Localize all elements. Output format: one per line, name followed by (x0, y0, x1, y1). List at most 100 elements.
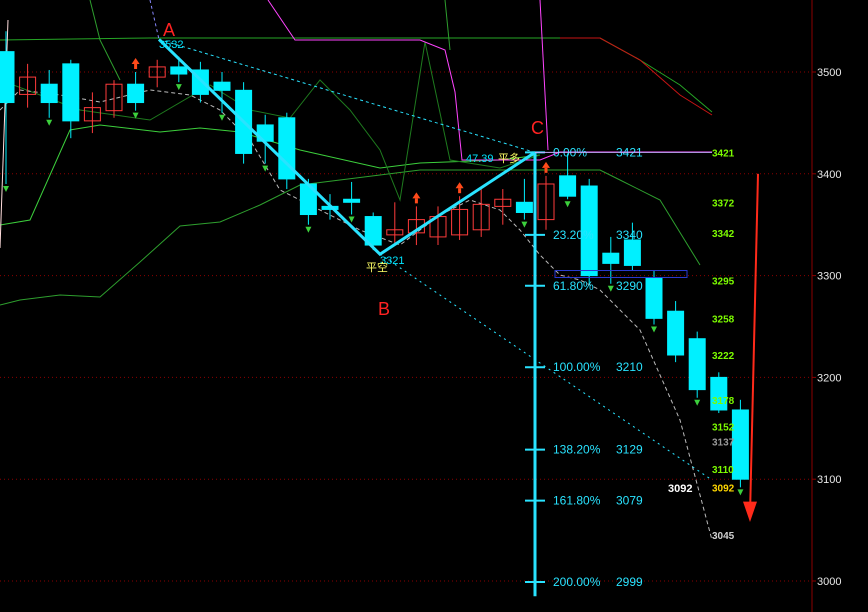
candle (472, 189, 490, 237)
candle (645, 270, 663, 333)
right-level-label: 3342 (712, 229, 735, 240)
fib-pct-label: 23.20% (553, 228, 594, 242)
fib-price-label: 2999 (616, 575, 643, 589)
sell-arrow-icon (175, 84, 182, 91)
indicator-line (267, 0, 712, 161)
candle (343, 181, 361, 223)
sell-arrow-icon (219, 114, 225, 121)
right-price-levels: 3421 3372 3342 3295 3258 3222 3178 3152 3137 3110… (712, 148, 735, 542)
candle (559, 153, 577, 208)
fibonacci-extension: 0.00% 342123.20% 334061.80% 3290100.00% 3210… (525, 145, 712, 597)
candle (386, 202, 404, 244)
right-level-label: 3258 (712, 314, 735, 325)
point-value-a: 3532 (159, 39, 183, 51)
candle (667, 301, 685, 363)
axis-tick-label: 3300 (817, 271, 841, 283)
price-axis: 3500 3400 3300 3200 3100 3000 (811, 0, 841, 612)
point-label-a: A (163, 20, 175, 40)
candle (299, 178, 317, 233)
candle (688, 331, 706, 406)
candle (105, 80, 123, 118)
right-level-label: 3295 (712, 277, 735, 288)
guide-line (149, 0, 160, 40)
candlestick-chart: 0.00% 342123.20% 334061.80% 3290100.00% 3210… (0, 0, 841, 612)
candle-body (127, 83, 145, 104)
right-level-label: 3222 (712, 351, 735, 362)
candle-body (213, 81, 231, 91)
right-level-label: 3092 (712, 483, 735, 494)
indicator-line (0, 89, 713, 541)
right-level-label: 3152 (712, 422, 735, 433)
candle (364, 212, 382, 251)
sell-arrow-icon (694, 399, 701, 406)
fib-pct-label: 61.80% (553, 279, 594, 293)
candle (148, 59, 166, 88)
axis-tick-label: 3100 (817, 474, 841, 486)
candle-body (0, 51, 15, 104)
right-level-label: 3421 (712, 148, 735, 159)
buy-arrow-icon (134, 64, 138, 69)
candle-body (602, 252, 620, 264)
axis-tick-label: 3000 (817, 576, 841, 588)
candle (170, 56, 188, 91)
candle (19, 63, 37, 108)
low-price-label: 3092 (668, 483, 692, 495)
fib-price-label: 3079 (616, 494, 643, 508)
point-label-b: B (378, 299, 390, 319)
candle-body (40, 83, 58, 104)
indicator-line (444, 0, 451, 51)
candle (494, 189, 512, 225)
sell-arrow-icon (521, 221, 528, 228)
sell-arrow-icon (564, 201, 571, 208)
trend-drawings (149, 0, 759, 522)
buy-arrow-icon (131, 58, 140, 64)
candle (40, 69, 58, 126)
indicator-line (89, 0, 121, 81)
fib-price-label: 3340 (616, 228, 643, 242)
sell-arrow-icon (46, 119, 53, 126)
candle-body (170, 66, 188, 75)
retracement-ratio: 47.39 (466, 153, 494, 165)
sell-arrow-icon (737, 489, 744, 496)
candle (0, 31, 15, 192)
indicator-line (0, 37, 713, 113)
grid-lines (0, 71, 812, 582)
indicator-lines (0, 0, 713, 541)
buy-arrow-icon (414, 198, 418, 204)
candle-body (667, 310, 685, 356)
sell-arrow-icon (305, 226, 312, 233)
right-level-label: 3137 (712, 438, 735, 449)
candle-body (731, 409, 749, 480)
candle (731, 399, 749, 496)
sell-arrow-icon (651, 326, 657, 333)
right-level-label: 3372 (712, 198, 735, 209)
candle-body (515, 201, 533, 213)
fib-pct-label: 100.00% (553, 360, 601, 374)
right-level-label: 3178 (712, 396, 735, 407)
sell-arrow-icon (348, 216, 355, 223)
candle-body (645, 277, 663, 319)
axis-tick-label: 3200 (817, 372, 841, 384)
long-close-tag: 平多 (498, 151, 520, 165)
candle (537, 175, 555, 230)
candle (127, 72, 145, 119)
buy-arrow-icon (542, 161, 550, 168)
buy-arrow-icon (458, 188, 462, 194)
fib-price-label: 3210 (616, 360, 643, 374)
buy-arrow-icon (412, 192, 421, 199)
right-level-label: 3045 (712, 531, 735, 542)
projection-arrow-icon (743, 501, 757, 522)
axis-tick-label: 3400 (817, 169, 841, 181)
fib-pct-label: 161.80% (553, 494, 601, 508)
fib-pct-label: 138.20% (553, 443, 601, 457)
candle-body (623, 239, 641, 266)
candle-body (62, 63, 80, 122)
candle-body (343, 198, 361, 203)
axis-tick-label: 3500 (817, 67, 841, 79)
sell-arrow-icon (607, 285, 614, 292)
candle-body (559, 175, 577, 197)
fib-pct-label: 200.00% (553, 575, 601, 589)
candle (62, 59, 80, 139)
indicator-line (0, 41, 541, 202)
target-box (554, 270, 688, 279)
